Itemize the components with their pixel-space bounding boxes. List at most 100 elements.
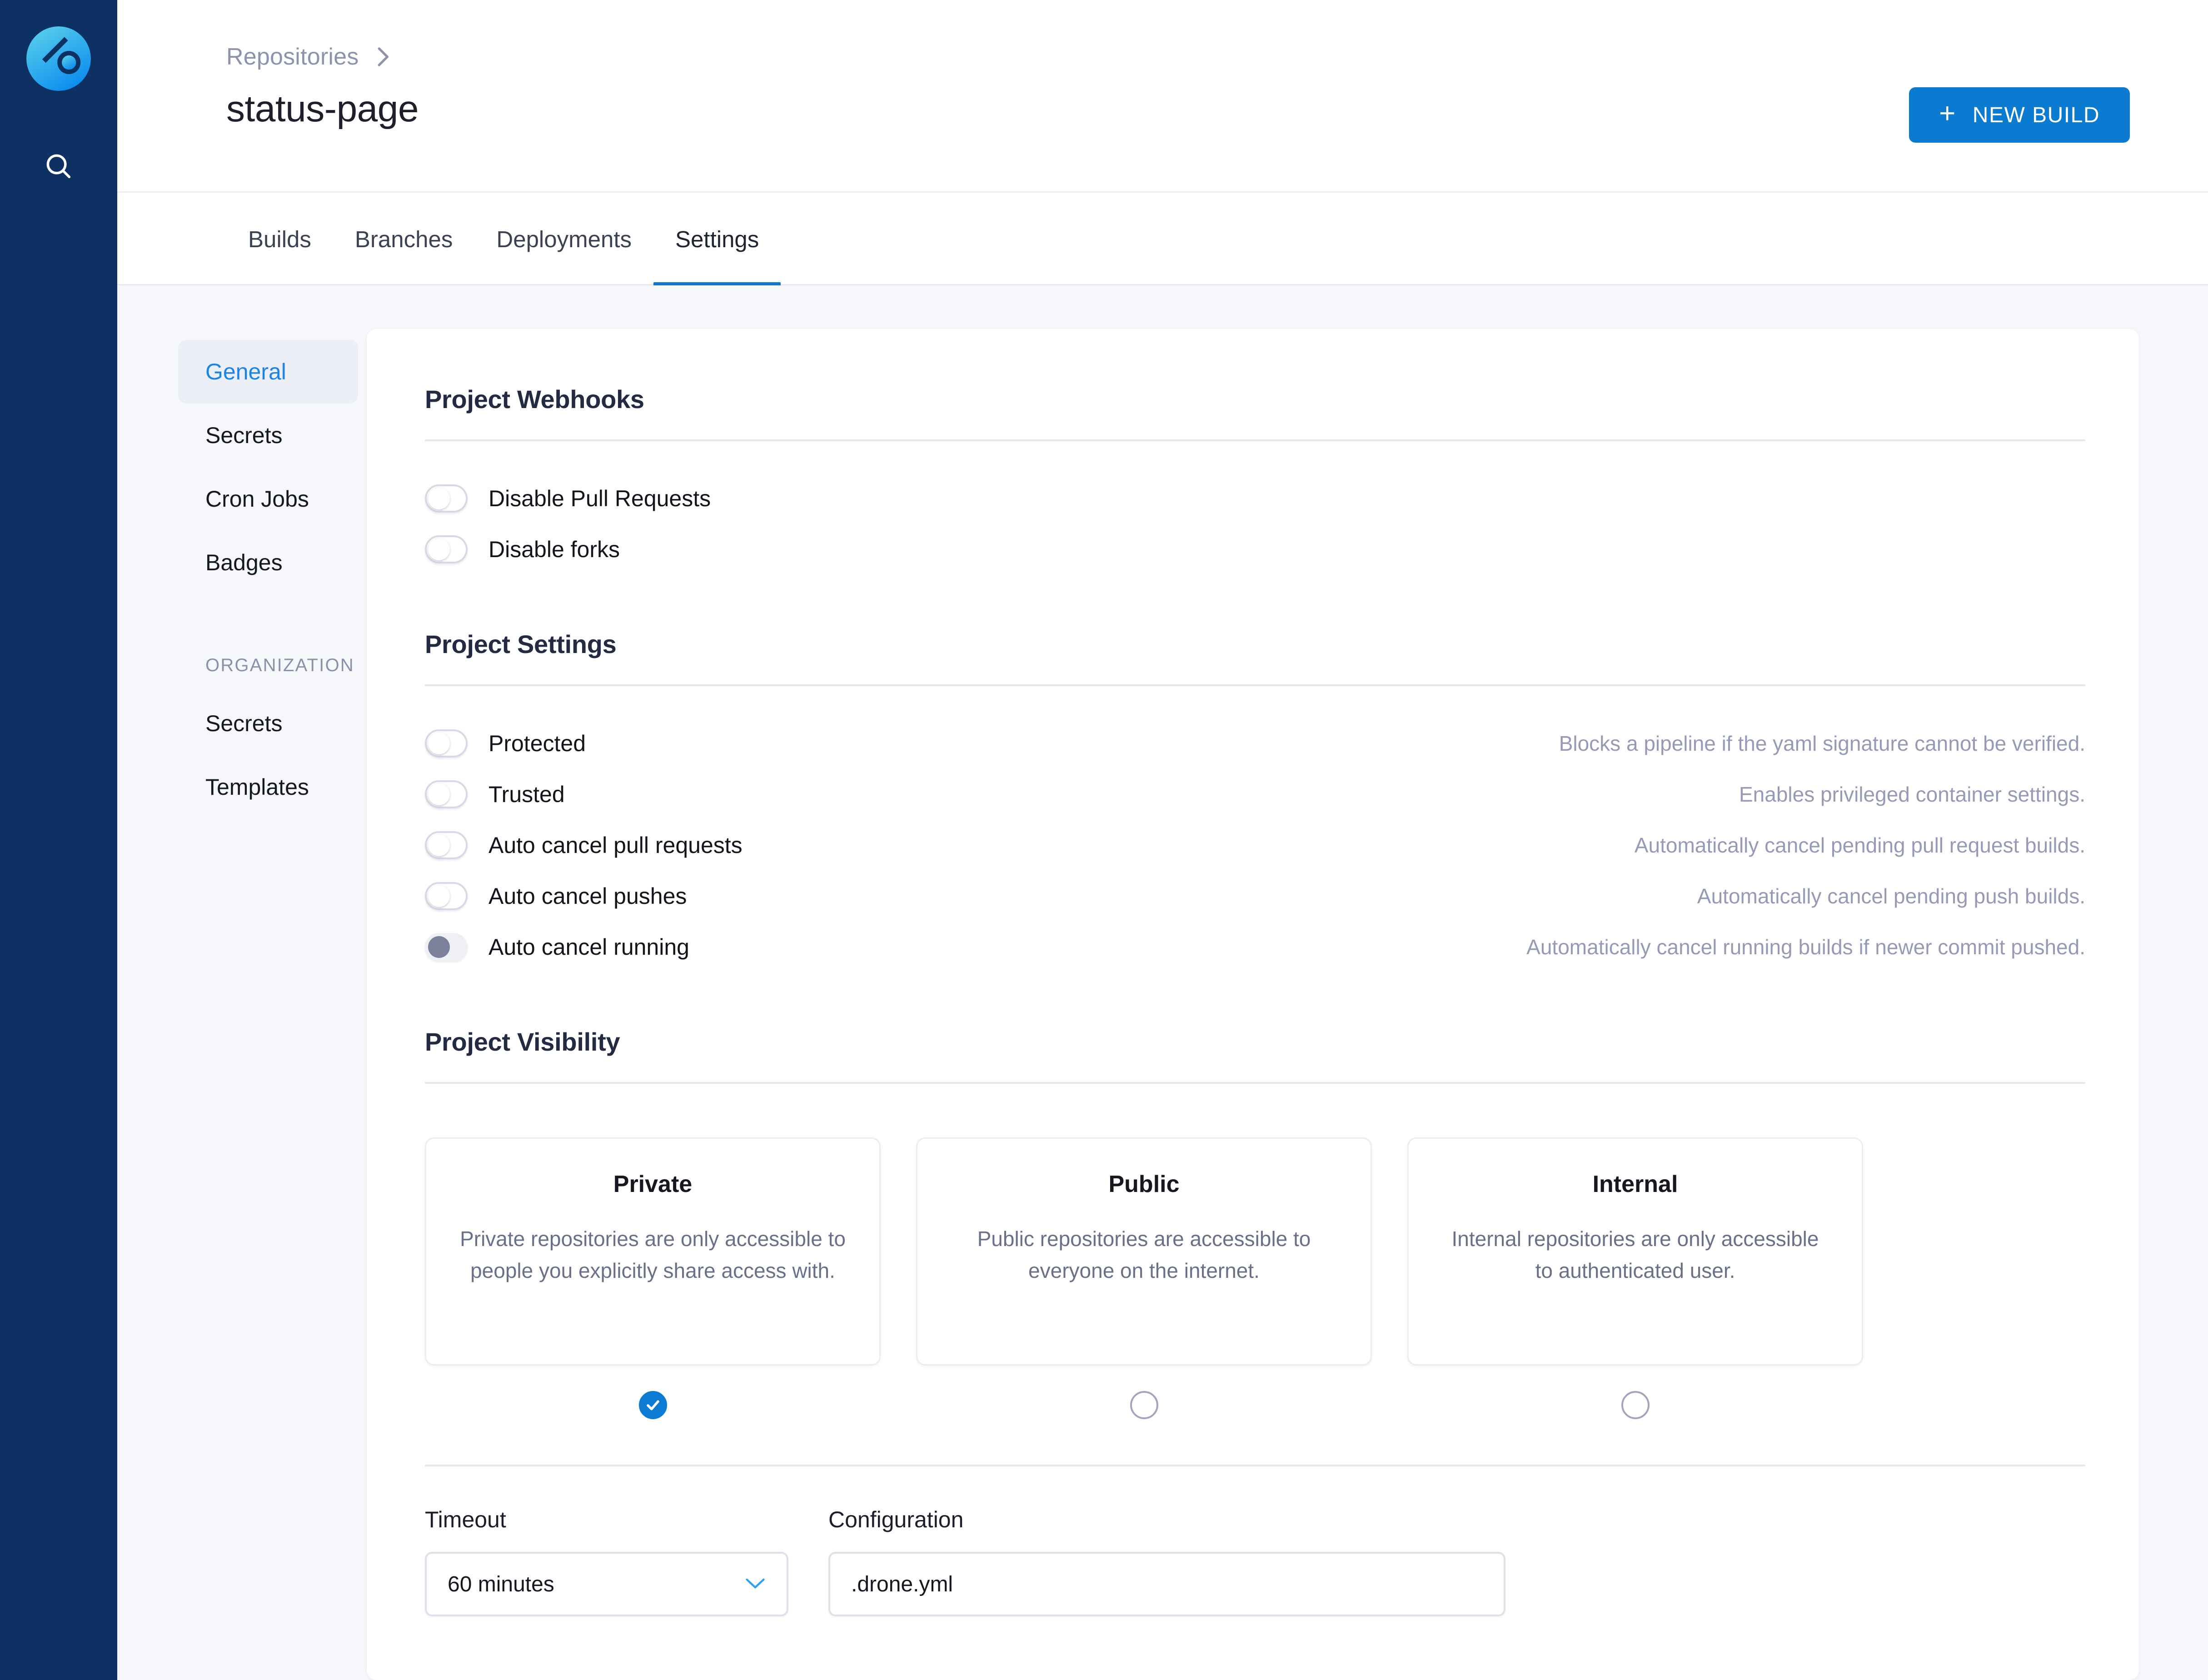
tab-builds[interactable]: Builds xyxy=(226,193,333,285)
drone-logo-svg xyxy=(26,26,91,91)
tab-deployments[interactable]: Deployments xyxy=(474,193,653,285)
section-divider xyxy=(425,684,2085,686)
visibility-desc-private: Private repositories are only accessible… xyxy=(460,1227,846,1282)
visibility-radio-wrap-internal xyxy=(1407,1391,1863,1419)
sidebar-item-cron-jobs[interactable]: Cron Jobs xyxy=(178,467,358,531)
settings-sidenav: General Secrets Cron Jobs Badges ORGANIZ… xyxy=(117,329,358,1680)
toggle-label-auto-cancel-running: Auto cancel running xyxy=(488,934,689,960)
app-rail xyxy=(0,0,117,1680)
toggle-auto-cancel-pushes[interactable] xyxy=(425,882,468,910)
visibility-card-private[interactable]: Private Private repositories are only ac… xyxy=(425,1137,881,1366)
visibility-desc-internal: Internal repositories are only accessibl… xyxy=(1451,1227,1819,1282)
toggle-row-disable-pull-requests: Disable Pull Requests xyxy=(425,473,2085,524)
toggle-label-disable-forks: Disable forks xyxy=(488,537,620,562)
visibility-desc-public: Public repositories are accessible to ev… xyxy=(977,1227,1311,1282)
breadcrumb-repositories-link[interactable]: Repositories xyxy=(226,43,359,70)
sidebar-item-org-secrets[interactable]: Secrets xyxy=(178,692,358,755)
new-build-button[interactable]: + NEW BUILD xyxy=(1909,87,2130,143)
field-timeout: Timeout 60 minutes xyxy=(425,1506,788,1616)
visibility-name-internal: Internal xyxy=(1592,1171,1678,1197)
visibility-card-internal[interactable]: Internal Internal repositories are only … xyxy=(1407,1137,1863,1366)
toggle-auto-cancel-running[interactable] xyxy=(425,933,468,961)
toggle-desc-auto-cancel-pull-requests: Automatically cancel pending pull reques… xyxy=(1634,833,2085,857)
visibility-option-public: Public Public repositories are accessibl… xyxy=(916,1137,1372,1419)
section-title-project-webhooks: Project Webhooks xyxy=(425,385,644,414)
section-divider xyxy=(425,439,2085,441)
visibility-radio-private[interactable] xyxy=(638,1391,667,1419)
toggle-disable-forks[interactable] xyxy=(425,535,468,563)
toggle-knob xyxy=(428,936,450,958)
sidebar-item-secrets-label: Secrets xyxy=(205,423,283,448)
tab-settings-label: Settings xyxy=(675,226,759,252)
visibility-option-internal: Internal Internal repositories are only … xyxy=(1407,1137,1863,1419)
visibility-radio-wrap-private xyxy=(425,1391,881,1419)
chevron-down-icon xyxy=(745,1576,766,1592)
toggle-desc-trusted: Enables privileged container settings. xyxy=(1739,783,2085,806)
search-glyph xyxy=(46,154,71,179)
sidebar-item-cron-jobs-label: Cron Jobs xyxy=(205,486,309,512)
visibility-radio-internal[interactable] xyxy=(1621,1391,1650,1419)
visibility-name-public: Public xyxy=(1108,1171,1180,1197)
sidebar-item-secrets[interactable]: Secrets xyxy=(178,404,358,467)
visibility-name-private: Private xyxy=(613,1171,693,1197)
toggle-auto-cancel-pull-requests[interactable] xyxy=(425,831,468,859)
chevron-right-glyph xyxy=(378,47,389,66)
toggle-desc-auto-cancel-pushes: Automatically cancel pending push builds… xyxy=(1697,884,2085,908)
toggle-row-protected: Protected Blocks a pipeline if the yaml … xyxy=(425,718,2085,769)
main-column: Repositories status-page + NEW BUILD Bui… xyxy=(117,0,2208,1680)
toggle-label-auto-cancel-pushes: Auto cancel pushes xyxy=(488,883,687,909)
drone-logo-icon[interactable] xyxy=(26,26,91,91)
section-title-project-visibility: Project Visibility xyxy=(425,1027,620,1056)
toggle-trusted[interactable] xyxy=(425,780,468,808)
field-label-timeout: Timeout xyxy=(425,1507,506,1532)
toggle-desc-protected: Blocks a pipeline if the yaml signature … xyxy=(1559,732,2085,755)
page-header: Repositories status-page + NEW BUILD xyxy=(117,0,2208,193)
settings-card: Project Webhooks Disable Pull Requests D… xyxy=(367,329,2139,1680)
toggle-protected[interactable] xyxy=(425,729,468,758)
section-divider xyxy=(425,1082,2085,1084)
timeout-select[interactable]: 60 minutes xyxy=(425,1552,788,1616)
toggle-label-protected: Protected xyxy=(488,731,586,756)
webhook-toggle-list: Disable Pull Requests Disable forks xyxy=(425,473,2085,575)
visibility-card-public[interactable]: Public Public repositories are accessibl… xyxy=(916,1137,1372,1366)
section-project-settings: Project Settings Protected Blocks a pipe… xyxy=(425,629,2085,972)
toggle-row-auto-cancel-pushes: Auto cancel pushes Automatically cancel … xyxy=(425,871,2085,922)
project-settings-toggle-list: Protected Blocks a pipeline if the yaml … xyxy=(425,718,2085,972)
sidebar-item-badges-label: Badges xyxy=(205,550,283,575)
chevron-right-icon xyxy=(375,45,390,69)
sidebar-item-general[interactable]: General xyxy=(178,340,358,404)
tab-settings[interactable]: Settings xyxy=(653,193,781,287)
sidebar-item-org-templates[interactable]: Templates xyxy=(178,755,358,819)
sidebar-item-badges[interactable]: Badges xyxy=(178,531,358,594)
toggle-desc-auto-cancel-running: Automatically cancel running builds if n… xyxy=(1526,935,2085,959)
tab-bar: Builds Branches Deployments Settings xyxy=(117,193,2208,287)
search-icon[interactable] xyxy=(37,145,80,188)
sidebar-group-organization: ORGANIZATION xyxy=(205,655,354,675)
section-project-visibility: Project Visibility Private Private repos… xyxy=(425,1027,2085,1466)
check-icon xyxy=(646,1400,659,1411)
new-build-label: NEW BUILD xyxy=(1972,103,2100,127)
toggle-knob xyxy=(428,834,450,856)
toggle-row-auto-cancel-pull-requests: Auto cancel pull requests Automatically … xyxy=(425,820,2085,871)
field-label-configuration: Configuration xyxy=(828,1507,964,1532)
section-title-project-settings: Project Settings xyxy=(425,630,617,658)
toggle-knob xyxy=(428,783,450,805)
toggle-label-disable-pull-requests: Disable Pull Requests xyxy=(488,486,711,511)
form-divider xyxy=(425,1465,2085,1466)
settings-form-row: Timeout 60 minutes Configuration xyxy=(425,1506,2085,1616)
tab-deployments-label: Deployments xyxy=(496,226,632,252)
configuration-input[interactable] xyxy=(851,1571,1483,1597)
toggle-disable-pull-requests[interactable] xyxy=(425,484,468,513)
visibility-option-private: Private Private repositories are only ac… xyxy=(425,1137,881,1419)
tab-builds-label: Builds xyxy=(248,226,311,252)
sidebar-item-org-templates-label: Templates xyxy=(205,774,309,800)
visibility-radio-public[interactable] xyxy=(1130,1391,1158,1419)
breadcrumb: Repositories xyxy=(226,43,390,70)
tab-branches[interactable]: Branches xyxy=(333,193,474,285)
chevron-down-glyph xyxy=(746,1578,765,1588)
toggle-label-auto-cancel-pull-requests: Auto cancel pull requests xyxy=(488,833,743,858)
sidebar-item-general-label: General xyxy=(205,359,286,384)
sidebar-item-org-secrets-label: Secrets xyxy=(205,711,283,736)
toggle-knob xyxy=(428,488,450,509)
configuration-input-box[interactable] xyxy=(828,1552,1505,1616)
